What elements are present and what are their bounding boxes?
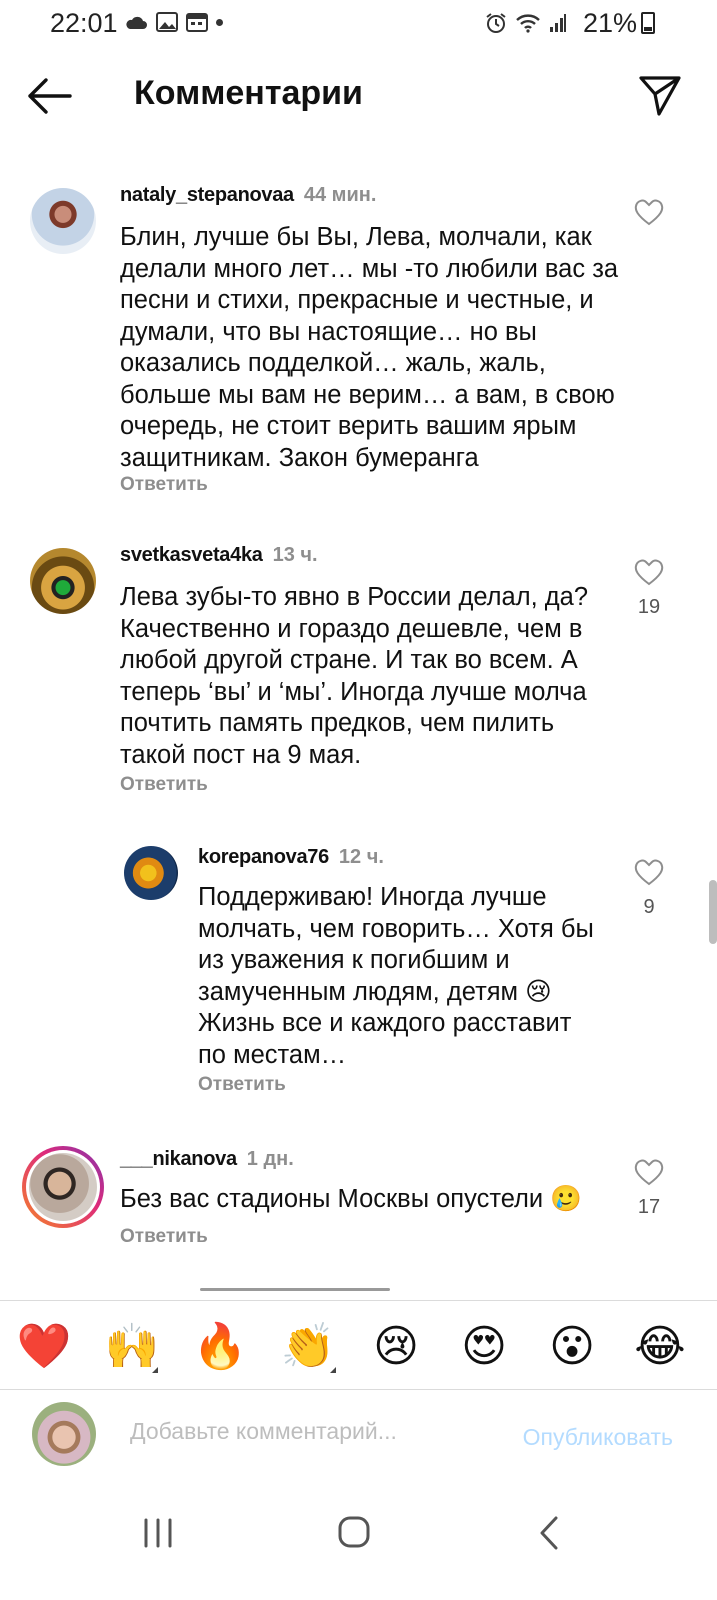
image-icon [156,12,178,32]
avatar[interactable] [30,188,96,254]
emoji-quick-bar: ❤️ 🙌 🔥 👏 😢 😍 😮 😂 [0,1300,717,1390]
signal-icon [550,14,566,32]
comment-time: 12 ч. [338,846,384,868]
comment-time: 1 дн. [246,1148,294,1170]
comment-text: Поддерживаю! Иногда лучше молчать, чем г… [198,883,594,1069]
home-icon[interactable] [324,1508,384,1558]
emoji-surprised[interactable]: 😮 [544,1319,600,1375]
comment-reply-item: korepanova76 12 ч. Поддерживаю! Иногда лу… [0,842,717,1112]
status-bar: 22:01 21% [0,0,717,48]
comment-text: Блин, лучше бы Вы, Лева, молчали, как де… [120,223,619,472]
avatar [32,1402,96,1466]
back-icon[interactable] [520,1508,580,1558]
comment-header: korepanova76 12 ч. [198,846,384,869]
battery-icon [641,12,655,34]
status-icons-left [124,12,223,32]
comment-text: Лева зубы-то явно в России делал, да? Ка… [120,583,589,769]
alarm-icon [486,13,506,33]
header: Комментарии [0,56,717,136]
comment-header: svetkasveta4ka 13 ч. [120,544,318,567]
avatar[interactable] [30,548,96,614]
dot-icon [216,18,223,26]
username[interactable]: nataly_stepanovaa [120,184,294,206]
emoji-heart[interactable]: ❤️ [16,1319,72,1375]
calendar-icon [186,13,208,32]
like-count: 17 [637,1196,661,1218]
comment-item: ___nikanova 1 дн. Без вас стадионы Москвы… [0,1142,717,1262]
comment-composer: Опубликовать [0,1390,717,1480]
emoji-laughing[interactable]: 😂 [632,1319,688,1375]
comment-text: Без вас стадионы Москвы опустели 🥲 [120,1185,583,1213]
heart-icon[interactable] [634,858,664,886]
comment-header: ___nikanova 1 дн. [120,1148,294,1171]
status-time: 22:01 [50,8,118,38]
reply-button[interactable]: Ответить [120,1226,208,1248]
emoji-crying[interactable]: 😢 [368,1319,424,1375]
avatar-story-ring[interactable] [22,1146,104,1228]
skin-tone-indicator [330,1367,336,1373]
username[interactable]: korepanova76 [198,846,329,868]
heart-icon[interactable] [634,198,664,226]
wifi-icon [516,14,540,33]
username[interactable]: ___nikanova [120,1148,237,1170]
heart-icon[interactable] [634,558,664,586]
emoji-fire[interactable]: 🔥 [192,1319,248,1375]
comment-item: nataly_stepanovaa 44 мин. Блин, лучше бы … [0,178,717,508]
comment-item: svetkasveta4ka 13 ч. Лева зубы-то явно в … [0,540,717,810]
next-comment-peek [200,1284,390,1298]
username[interactable]: svetkasveta4ka [120,544,263,566]
paper-plane-icon[interactable] [637,72,683,118]
skin-tone-indicator [152,1367,158,1373]
avatar[interactable] [124,846,178,900]
comment-time: 44 мин. [303,184,377,206]
heart-icon[interactable] [634,1158,664,1186]
scrollbar[interactable] [709,880,717,944]
arrow-left-icon[interactable] [24,76,74,116]
comment-time: 13 ч. [272,544,318,566]
page-title: Комментарии [134,74,363,112]
status-icons-right [485,12,567,34]
avatar [26,1150,100,1224]
reply-button[interactable]: Ответить [120,474,208,496]
comment-input[interactable] [130,1418,470,1445]
reply-button[interactable]: Ответить [120,774,208,796]
recent-apps-icon[interactable] [128,1508,188,1558]
emoji-clapping[interactable]: 👏 [280,1319,336,1375]
like-count: 19 [637,596,661,618]
emoji-heart-eyes[interactable]: 😍 [456,1319,512,1375]
like-count: 9 [643,896,655,918]
battery-percent: 21% [582,8,637,38]
reply-button[interactable]: Ответить [198,1074,286,1096]
post-button[interactable]: Опубликовать [523,1424,673,1451]
cloud-icon [126,16,147,29]
system-nav-bar [0,1480,717,1600]
comment-header: nataly_stepanovaa 44 мин. [120,184,376,207]
